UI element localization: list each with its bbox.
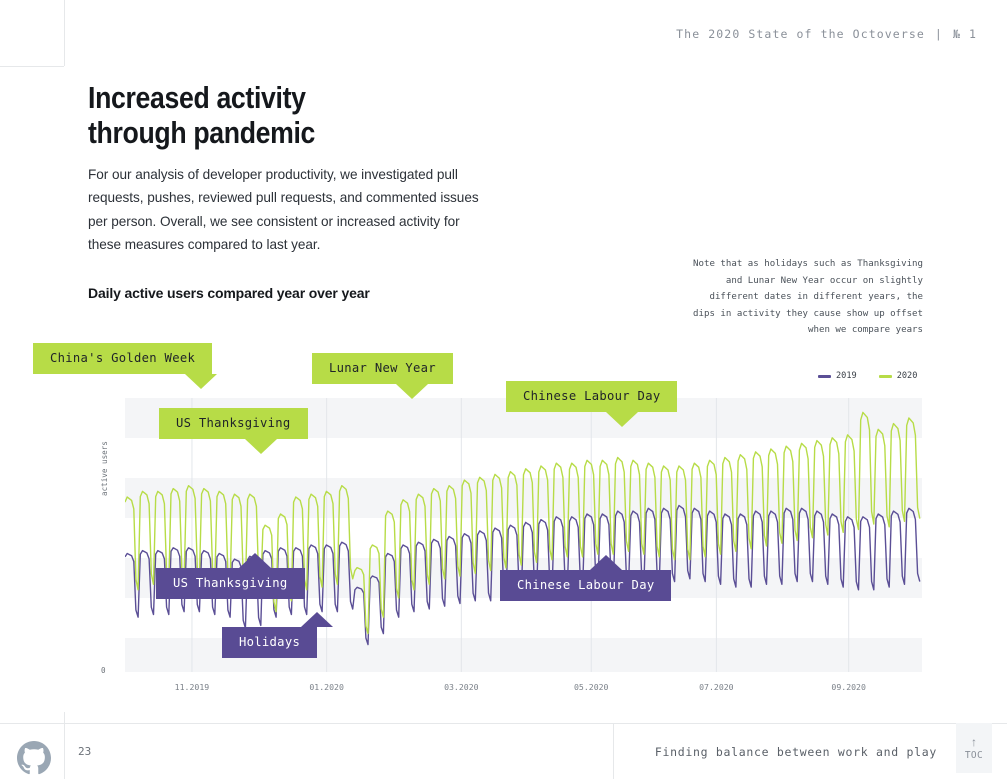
footer-running-title: Finding balance between work and play [654,745,937,759]
callout-label: China's Golden Week [50,351,196,365]
divider-horizontal-footer [0,723,1007,724]
divider-vertical-footer-left [64,712,65,779]
header-title: The 2020 State of the Octoverse [676,27,925,41]
callout-chinas-golden-week: China's Golden Week [33,343,217,390]
octoverse-report-page: The 2020 State of the Octoverse | № 1 Incr… [0,0,1007,779]
x-axis-tick-label: 03.2020 [444,682,479,692]
body-paragraph: For our analysis of developer productivi… [88,167,479,253]
x-axis-tick-label: 05.2020 [573,682,609,692]
callout-tail-down [245,439,277,455]
page-title-line-2: through pandemic [88,115,316,151]
callout-tail-down [606,412,638,428]
github-logo [17,741,51,780]
page-header: The 2020 State of the Octoverse | № 1 [676,27,977,41]
callout-us-thanksgiving-purple: US Thanksgiving [156,553,305,600]
callout-tail-up [301,612,333,627]
chart-y-axis-zero-tick: 0 [101,666,106,675]
callout-label: Lunar New Year [329,361,436,375]
callout-lunar-new-year: Lunar New Year [312,353,453,400]
callout-label: Holidays [239,635,301,649]
page-title-line-1: Increased activity [88,80,306,115]
chart-note: Note that as holidays such as Thanksgivi… [693,259,923,336]
header-issue: № 1 [952,27,977,41]
divider-vertical-footer-right [613,723,614,779]
toc-label: TOC [964,749,984,761]
chart-x-axis-ticks: 11.2019 01.2020 03.2020 05.2020 07.2020 09.20… [125,682,922,698]
header-separator: | [934,27,943,41]
page-title: Increased activity through pandemic [88,80,449,150]
x-axis-tick-label: 11.2019 [174,682,210,692]
callout-chinese-labour-day-green: Chinese Labour Day [506,381,678,428]
callout-tail-down [185,374,217,390]
callout-us-thanksgiving-green: US Thanksgiving [159,408,308,455]
callout-label: US Thanksgiving [176,416,291,430]
chart-container [0,330,1007,690]
callout-tail-up [239,553,271,568]
chart-y-axis-label: active users [100,441,109,496]
callout-label: US Thanksgiving [173,576,288,590]
callout-tail-up [590,555,622,570]
divider-vertical-left [64,0,65,66]
divider-horizontal-top [0,66,64,67]
x-axis-tick-label: 01.2020 [309,682,344,692]
callout-holidays: Holidays [222,612,333,659]
x-axis-tick-label: 09.2020 [831,682,866,692]
callout-chinese-labour-day-purple: Chinese Labour Day [500,555,672,602]
table-of-contents-button[interactable]: ↑ TOC [956,723,992,773]
callout-label: Chinese Labour Day [523,389,661,403]
callout-tail-down [396,384,428,400]
arrow-up-icon: ↑ [971,734,977,749]
chart-subtitle: Daily active users compared year over ye… [88,285,370,301]
page-number: 23 [78,745,92,758]
x-axis-tick-label: 07.2020 [699,682,734,692]
callout-label: Chinese Labour Day [517,578,655,592]
